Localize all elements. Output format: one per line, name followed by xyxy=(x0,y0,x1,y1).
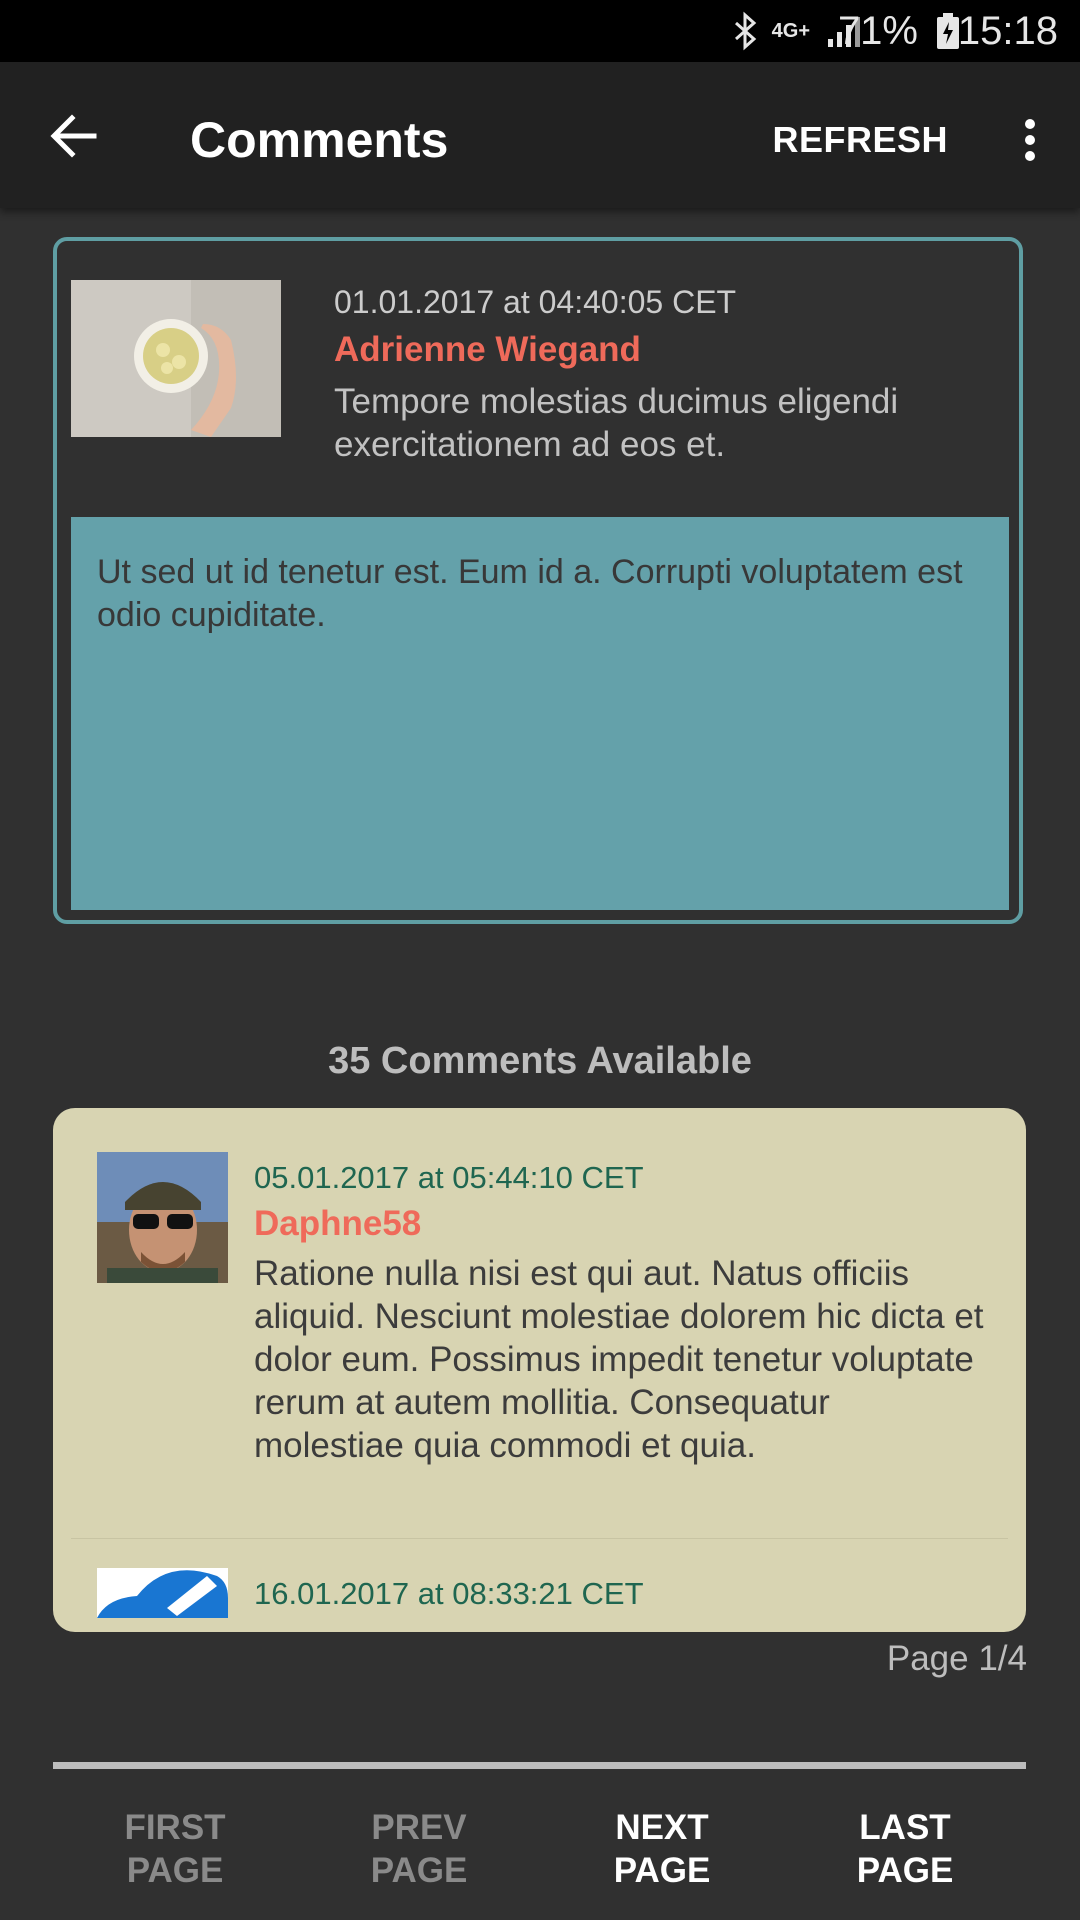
pagination-divider xyxy=(53,1762,1026,1769)
first-page-label-2: PAGE xyxy=(126,1851,224,1890)
network-type: 4G+ xyxy=(771,19,810,42)
overflow-menu-icon[interactable] xyxy=(1000,104,1060,176)
clock: 15:18 xyxy=(957,8,1058,53)
prev-page-button[interactable]: PREV PAGE xyxy=(319,1806,519,1892)
avatar xyxy=(97,1568,228,1618)
battery-percent: 71% xyxy=(837,8,918,53)
comment-image xyxy=(71,280,281,437)
selected-comment-body: Ut sed ut id tenetur est. Eum id a. Corr… xyxy=(71,517,1009,910)
comments-count: 35 Comments Available xyxy=(328,1040,752,1082)
battery-icon xyxy=(936,0,960,62)
back-arrow-icon[interactable] xyxy=(38,100,110,172)
page-indicator: Page 1/4 xyxy=(886,1639,1027,1678)
bluetooth-icon xyxy=(730,0,762,62)
selected-comment-title: Tempore molestias ducimus eligendi exerc… xyxy=(334,382,899,464)
row-divider xyxy=(71,1538,1008,1539)
prev-page-label-1: PREV xyxy=(371,1808,467,1847)
next-page-label-2: PAGE xyxy=(613,1851,711,1890)
page-title: Comments xyxy=(190,112,449,168)
refresh-button[interactable]: REFRESH xyxy=(772,104,948,176)
comments-list[interactable]: 05.01.2017 at 05:44:10 CET Daphne58 Rati… xyxy=(53,1108,1026,1632)
next-page-button[interactable]: NEXT PAGE xyxy=(562,1806,762,1892)
first-page-button[interactable]: FIRST PAGE xyxy=(75,1806,275,1892)
status-bar: 4G+ 71% 15:18 xyxy=(0,0,1080,62)
selected-comment-author[interactable]: Adrienne Wiegand xyxy=(334,330,641,370)
prev-page-label-2: PAGE xyxy=(370,1851,468,1890)
last-page-button[interactable]: LAST PAGE xyxy=(805,1806,1005,1892)
comment-date: 05.01.2017 at 05:44:10 CET xyxy=(254,1160,644,1195)
comment-author[interactable]: Daphne58 xyxy=(254,1204,421,1244)
last-page-label-1: LAST xyxy=(859,1808,951,1847)
comment-date: 16.01.2017 at 08:33:21 CET xyxy=(254,1576,644,1611)
next-page-label-1: NEXT xyxy=(615,1808,709,1847)
comment-text: Ratione nulla nisi est qui aut. Natus of… xyxy=(254,1254,984,1465)
avatar xyxy=(97,1152,228,1283)
last-page-label-2: PAGE xyxy=(856,1851,954,1890)
selected-comment-date: 01.01.2017 at 04:40:05 CET xyxy=(334,284,737,320)
first-page-label-1: FIRST xyxy=(124,1808,226,1847)
